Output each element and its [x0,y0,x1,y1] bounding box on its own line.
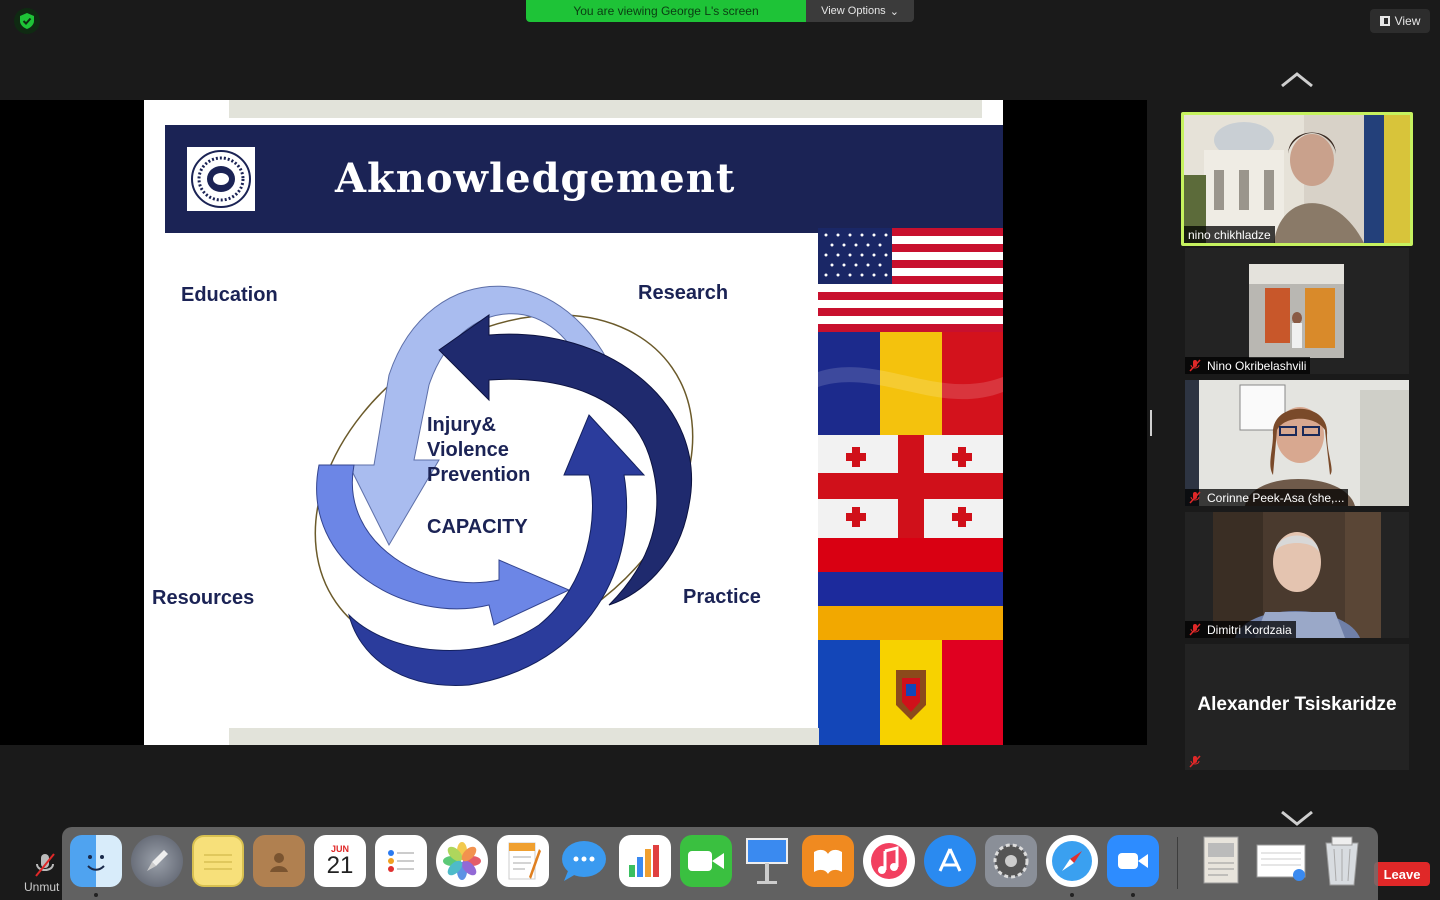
facetime-icon[interactable] [680,835,732,887]
participant-video [1185,512,1409,638]
participant-tile-alexander-tsiskaridze[interactable]: Alexander Tsiskaridze [1185,644,1409,770]
participant-name-tag [1185,753,1211,770]
macos-dock: JUN 21 [62,827,1378,900]
muted-mic-icon [1189,755,1201,768]
screenshot-icon[interactable] [1255,835,1307,887]
app-store-icon[interactable] [924,835,976,887]
layout-icon [1379,16,1390,26]
usa-flag [818,228,1003,332]
leave-button[interactable]: Leave [1374,862,1430,886]
university-seal-logo [187,147,255,211]
calendar-icon[interactable]: JUN 21 [314,835,366,887]
notes-icon[interactable] [192,835,244,887]
chevron-down-icon: ⌄ [889,5,899,18]
slide-top-strip [229,100,982,118]
view-options-label: View Options [821,5,886,17]
participant-name-tag: Nino Okribelashvili [1185,357,1311,374]
keynote-icon[interactable] [741,835,793,887]
participant-video [1184,115,1410,243]
participant-tile-corinne-peek-asa[interactable]: Corinne Peek-Asa (she,... [1185,380,1409,506]
participant-name: nino chikhladze [1188,227,1271,242]
finder-icon[interactable] [70,835,122,887]
title-band: Aknowledgement [165,125,1003,233]
muted-mic-icon [1189,359,1201,372]
participant-video [1185,380,1409,506]
label-education: Education [181,284,278,306]
center-line-1: Injury& [427,414,496,436]
panel-resize-handle[interactable] [1150,410,1152,436]
flags-column [818,228,1003,745]
safari-icon[interactable] [1046,835,1098,887]
running-indicator [1131,893,1135,897]
reminders-icon[interactable] [375,835,427,887]
view-button[interactable]: View [1370,9,1430,33]
view-label: View [1394,14,1421,28]
view-options-button[interactable]: View Options ⌄ [806,0,914,22]
participant-name-tag: Dimitri Kordzaia [1185,621,1296,638]
moldova-flag [818,640,1003,745]
center-text-block: Injury& Violence Prevention [427,413,530,488]
muted-microphone-icon[interactable] [34,852,56,878]
muted-mic-icon [1189,623,1201,636]
books-icon[interactable] [802,835,854,887]
music-icon[interactable] [863,835,915,887]
system-preferences-icon[interactable] [985,835,1037,887]
numbers-icon[interactable] [619,835,671,887]
running-indicator [94,893,98,897]
scroll-up-chevron-icon[interactable] [1280,70,1314,88]
zoom-icon[interactable] [1107,835,1159,887]
participant-tile-dimitri-kordzaia[interactable]: Dimitri Kordzaia [1185,512,1409,638]
top-bar: You are viewing George L's screen View O… [0,0,1440,100]
dock-separator [1177,837,1178,889]
muted-mic-icon [1189,491,1201,504]
participant-video [1185,248,1409,374]
launchpad-icon[interactable] [131,835,183,887]
participant-name: Nino Okribelashvili [1207,358,1307,373]
scroll-down-chevron-icon[interactable] [1280,810,1314,828]
trash-icon[interactable] [1316,835,1368,887]
center-line-3: Prevention [427,464,531,486]
calendar-day: 21 [326,852,354,879]
capacity-text: CAPACITY [427,516,528,538]
participant-name-tag: Corinne Peek-Asa (she,... [1185,489,1349,506]
viewing-screen-banner: You are viewing George L's screen [526,0,806,22]
participant-name: Corinne Peek-Asa (she,... [1207,490,1345,505]
pages-icon[interactable] [497,835,549,887]
encryption-shield-icon[interactable] [14,8,40,34]
romania-flag [818,332,1003,435]
armenia-flag [818,538,1003,640]
participant-tile-nino-chikhladze[interactable]: nino chikhladze [1181,112,1413,246]
label-resources: Resources [152,587,255,609]
georgia-flag [818,435,1003,538]
participant-tile-nino-okribelashvili[interactable]: Nino Okribelashvili [1185,248,1409,374]
participant-name-tag: nino chikhladze [1184,226,1275,243]
center-line-2: Violence [427,439,509,461]
document-icon[interactable] [1194,835,1246,887]
participant-name: Alexander Tsiskaridze [1197,694,1397,715]
photos-icon[interactable] [436,835,488,887]
slide-bottom-strip [229,728,819,745]
contacts-icon[interactable] [253,835,305,887]
participant-name: Dimitri Kordzaia [1207,622,1292,637]
presentation-slide: Aknowledgement Education Research Resour… [144,100,1003,745]
slide-title: Aknowledgement [335,155,736,202]
running-indicator [1070,893,1074,897]
unmute-label[interactable]: Unmut [24,880,59,894]
messages-icon[interactable] [558,835,610,887]
